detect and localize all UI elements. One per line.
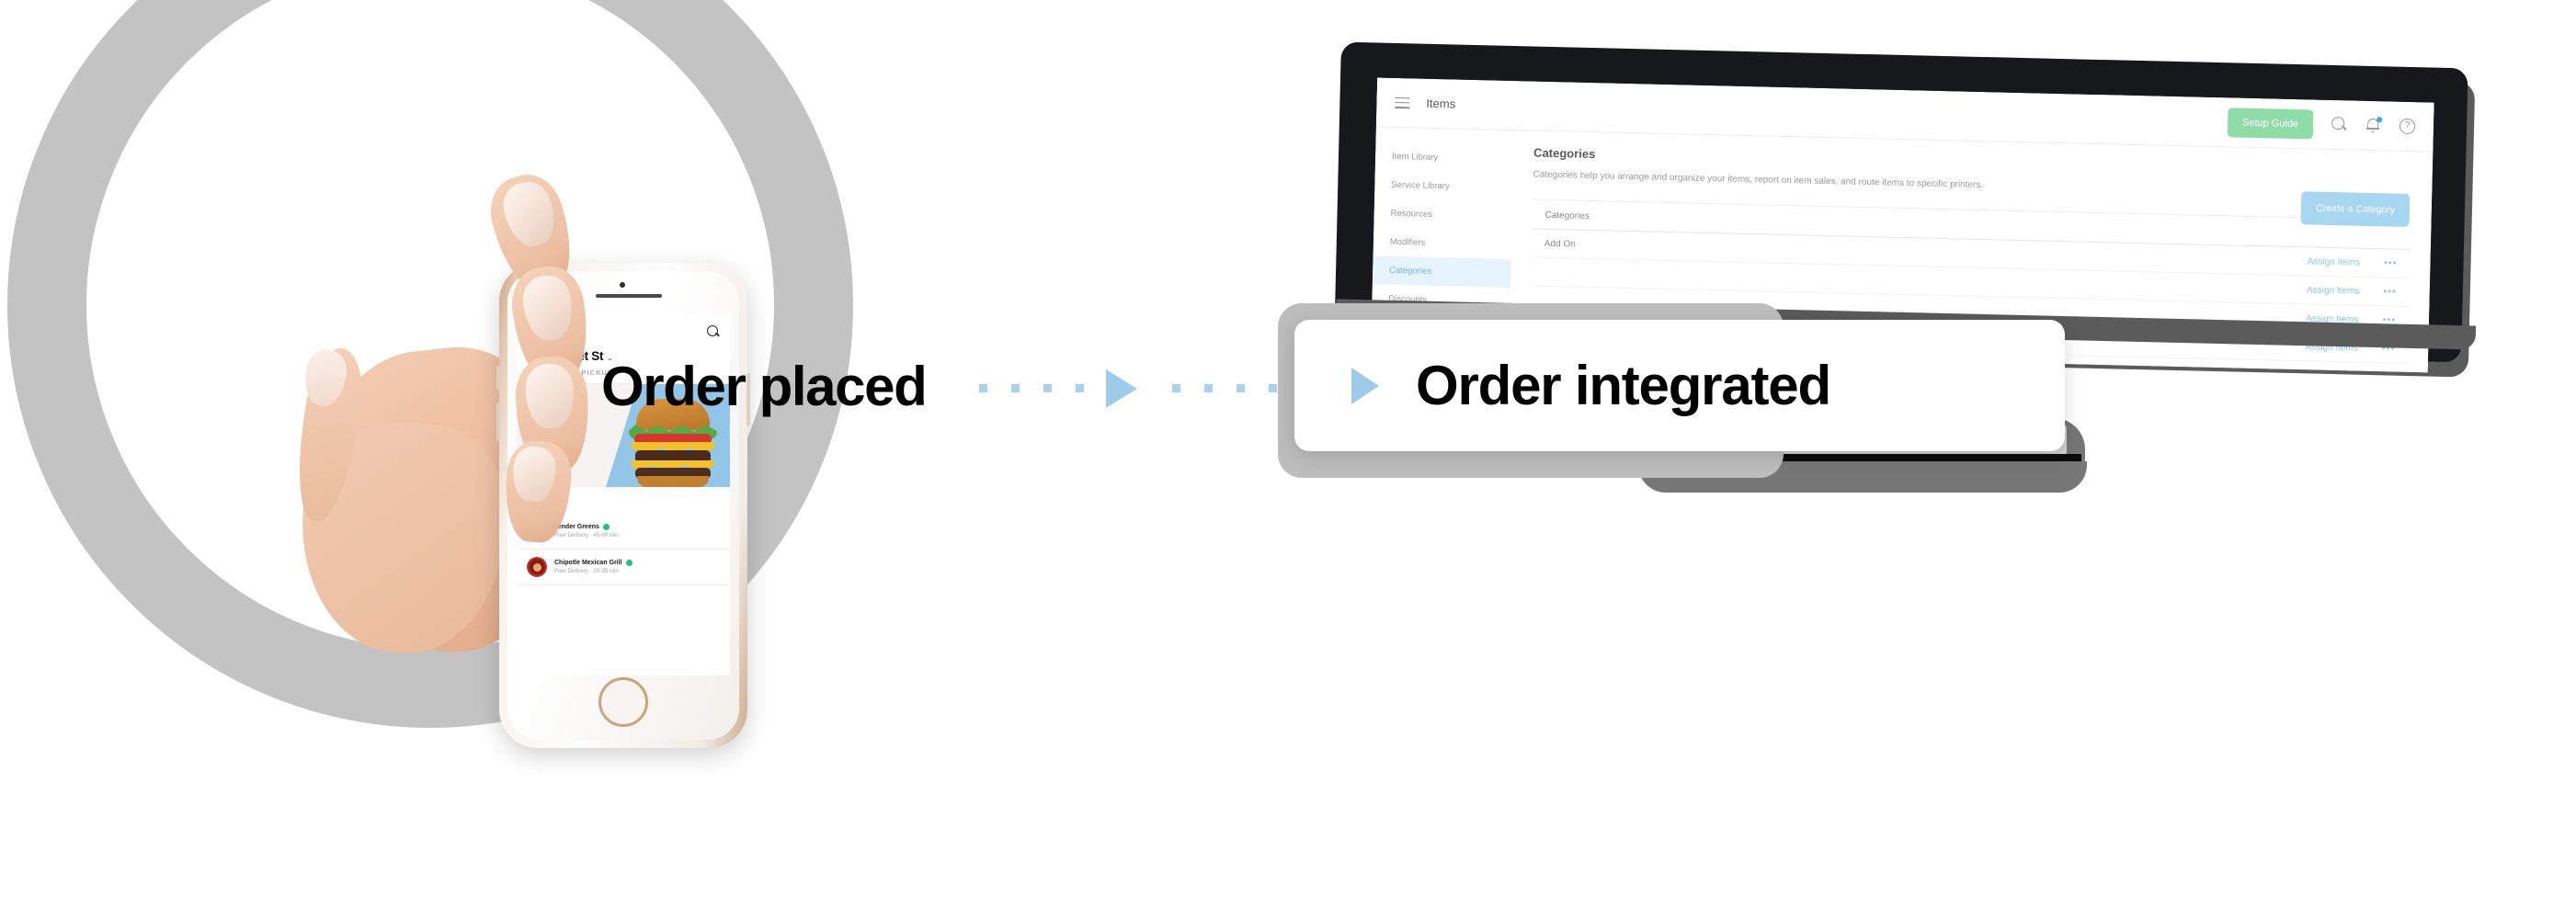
phone-sensor-dot [620,282,625,288]
assign-items-link[interactable]: Assign Items [2307,285,2359,296]
restaurant-meta: Free Delivery · 45-60 min [554,532,619,539]
verified-badge-icon [625,560,633,566]
order-integrated-callout: Order integrated [1294,320,2065,451]
sidebar-item-service-library[interactable]: Service Library [1374,170,1513,202]
search-icon[interactable] [707,325,720,338]
list-item[interactable]: Chipotle Mexican Grill Free Delivery · 2… [517,550,730,585]
list-item-body: Chipotle Mexican Grill Free Delivery · 2… [554,560,633,574]
burger-bun-bottom [637,476,709,487]
list-item-body: Tender Greens Free Delivery · 45-60 min [554,524,619,539]
restaurant-name: Tender Greens [554,524,599,530]
restaurant-name-row: Tender Greens [554,524,619,530]
sidebar-item-modifiers[interactable]: Modifiers [1373,227,1511,259]
create-category-button[interactable]: Create a Category [2300,191,2411,227]
restaurant-meta: Free Delivery · 20-35 min [554,568,619,574]
restaurant-name: Chipotle Mexican Grill [554,560,622,566]
row-menu-icon[interactable]: ••• [2383,286,2397,297]
callout-arrow-icon [1351,367,1379,404]
bell-icon[interactable] [2365,117,2383,133]
sidebar-item-categories[interactable]: Categories [1372,255,1511,288]
restaurant-logo-icon [527,557,547,577]
phone-earpiece-speaker [596,294,662,298]
connector-dot [1076,383,1084,392]
connector-dot [1237,383,1245,392]
order-placed-label: Order placed [601,356,928,417]
phone-volume-up-button [496,366,500,390]
page-title: Items [1426,96,1456,111]
sidebar-item-item-library[interactable]: Item Library [1375,142,1514,174]
pos-top-actions: Setup Guide ? [2227,107,2416,142]
setup-guide-button[interactable]: Setup Guide [2227,107,2314,139]
search-icon[interactable] [2331,117,2347,132]
phone-home-button[interactable] [598,677,648,727]
illustration-canvas: 425 Market St ⌄ DELIVERY PICKUP Burgers.… [0,0,2576,907]
order-integrated-label: Order integrated [1416,355,1831,416]
restaurant-name-row: Chipotle Mexican Grill [554,560,633,566]
connector-dot [1269,383,1277,392]
connector-arrow-icon [1106,369,1137,408]
connector-dot [1204,383,1213,392]
help-icon[interactable]: ? [2399,118,2416,135]
category-name: Add On [1544,238,1576,250]
connector-dot [979,383,987,392]
sidebar-item-resources[interactable]: Resources [1373,198,1512,231]
hamburger-icon[interactable] [1395,96,1410,108]
connector-dot [1011,383,1020,392]
connector-dot [1043,383,1052,392]
connector-dot [1172,383,1180,392]
verified-badge-icon [602,524,610,530]
assign-items-link[interactable]: Assign Items [2308,256,2360,267]
row-menu-icon[interactable]: ••• [2384,257,2398,268]
phone-volume-down-button [496,402,500,441]
